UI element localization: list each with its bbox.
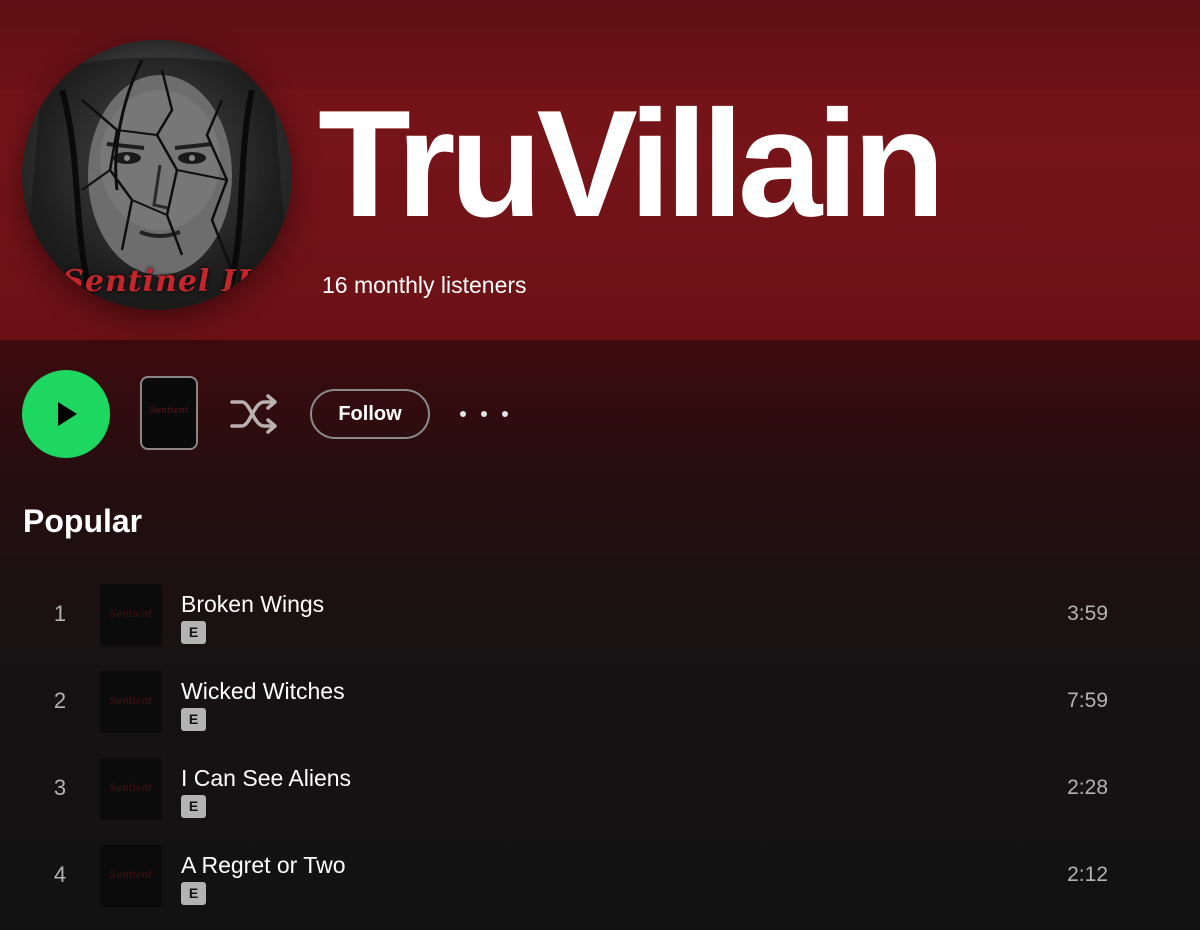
track-title[interactable]: Wicked Witches (181, 678, 345, 705)
track-number: 3 (53, 775, 67, 800)
track-cover: Sentient (100, 758, 162, 820)
artist-avatar: Sentinel II (22, 40, 292, 310)
play-button[interactable] (22, 370, 110, 458)
action-bar: Sentient Follow (0, 368, 1200, 460)
popular-heading: Popular (23, 503, 143, 539)
more-dot (502, 411, 508, 417)
more-options-button[interactable] (460, 402, 508, 426)
track-row[interactable]: 3 Sentient I Can See Aliens E 2:28 (0, 750, 1200, 837)
track-duration: 3:59 (1067, 602, 1108, 625)
track-duration: 2:28 (1067, 776, 1108, 799)
track-cover: Sentient (100, 845, 162, 907)
explicit-badge: E (181, 882, 206, 905)
shuffle-icon (230, 394, 277, 434)
track-duration: 7:59 (1067, 689, 1108, 712)
track-number: 1 (53, 601, 67, 626)
track-row[interactable]: 1 Sentient Broken Wings E 3:59 (0, 576, 1200, 663)
cover-caption: Sentient (109, 696, 153, 707)
track-duration: 2:12 (1067, 863, 1108, 886)
track-cover: Sentient (100, 584, 162, 646)
shuffle-button[interactable] (228, 392, 282, 436)
track-number: 2 (53, 688, 67, 713)
popular-track-list: 1 Sentient Broken Wings E 3:59 2 Sentien… (0, 576, 1200, 924)
explicit-badge: E (181, 708, 206, 731)
monthly-listeners: 16 monthly listeners (322, 272, 527, 298)
artist-name: TruVillain (318, 79, 945, 249)
preview-caption: Sentient (149, 406, 189, 416)
cover-caption: Sentient (109, 783, 153, 794)
track-title[interactable]: Broken Wings (181, 591, 324, 618)
avatar-caption: Sentinel II (62, 264, 252, 299)
track-row[interactable]: 2 Sentient Wicked Witches E 7:59 (0, 663, 1200, 750)
track-number: 4 (53, 862, 67, 887)
follow-button[interactable]: Follow (310, 389, 430, 439)
more-dot (481, 411, 487, 417)
track-title[interactable]: A Regret or Two (181, 852, 346, 879)
play-icon (58, 402, 77, 426)
track-row[interactable]: 4 Sentient A Regret or Two E 2:12 (0, 837, 1200, 924)
cover-caption: Sentient (109, 609, 153, 620)
track-cover: Sentient (100, 671, 162, 733)
more-options-icon (460, 411, 466, 417)
artist-preview-button[interactable]: Sentient (140, 376, 198, 450)
track-title[interactable]: I Can See Aliens (181, 765, 351, 792)
explicit-badge: E (181, 795, 206, 818)
explicit-badge: E (181, 621, 206, 644)
cover-caption: Sentient (109, 870, 153, 881)
